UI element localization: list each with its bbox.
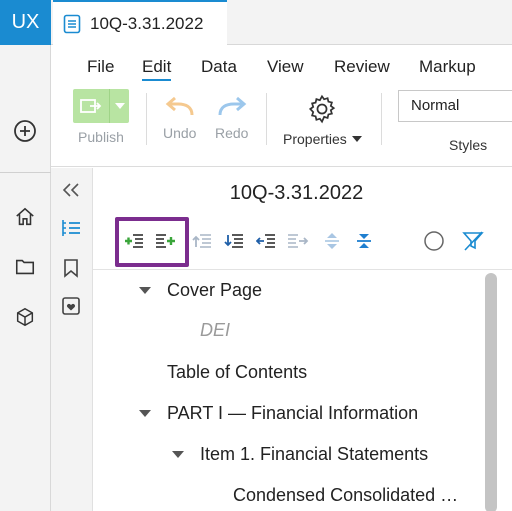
publish-dropdown-icon[interactable] bbox=[109, 89, 129, 123]
outdent-icon[interactable] bbox=[255, 230, 277, 252]
ribbon-toolbar: Publish Undo Redo Properties Normal Styl… bbox=[51, 83, 512, 167]
outline-list-icon[interactable] bbox=[59, 216, 83, 240]
chevron-down-icon bbox=[351, 136, 362, 142]
menu-review[interactable]: Review bbox=[334, 57, 390, 77]
undo-button[interactable]: Undo bbox=[163, 95, 196, 141]
ribbon-divider bbox=[146, 93, 147, 145]
document-icon bbox=[63, 14, 81, 33]
menu-edit[interactable]: Edit bbox=[142, 57, 172, 81]
folder-icon[interactable] bbox=[12, 254, 38, 280]
undo-label: Undo bbox=[163, 125, 197, 141]
ribbon-divider bbox=[266, 93, 267, 145]
publish-label: Publish bbox=[78, 129, 124, 145]
app-window: UX 10Q-3.31.2022 File Edit Data View Rev… bbox=[0, 0, 512, 511]
tree-item-label: Table of Contents bbox=[167, 362, 308, 382]
tree-item-label: DEI bbox=[200, 320, 231, 340]
tab-title: 10Q-3.31.2022 bbox=[90, 13, 204, 33]
menu-markup[interactable]: Markup bbox=[419, 57, 476, 77]
circle-icon[interactable] bbox=[423, 230, 445, 252]
tree-item[interactable]: PART I — Financial Information bbox=[139, 403, 418, 424]
redo-label: Redo bbox=[215, 125, 249, 141]
properties-button[interactable]: Properties bbox=[283, 93, 362, 147]
menu-bar: File Edit Data View Review Markup bbox=[51, 45, 512, 83]
plus-circle-icon[interactable] bbox=[12, 118, 38, 144]
properties-label: Properties bbox=[283, 131, 347, 147]
outline-panel: 10Q-3.31.2022 Cover Page DEI Table of Co… bbox=[93, 168, 512, 511]
expand-caret-icon[interactable] bbox=[139, 287, 151, 294]
tab-strip: 10Q-3.31.2022 bbox=[51, 0, 512, 45]
redo-button[interactable]: Redo bbox=[215, 95, 248, 141]
sidebar-divider bbox=[0, 172, 51, 173]
tree-item-label: Cover Page bbox=[167, 280, 263, 300]
outline-title: 10Q-3.31.2022 bbox=[229, 182, 364, 204]
undo-icon bbox=[165, 96, 194, 116]
move-down-icon[interactable] bbox=[223, 230, 245, 252]
style-select[interactable]: Normal bbox=[398, 90, 512, 122]
expand-caret-icon[interactable] bbox=[172, 451, 184, 458]
redo-icon bbox=[218, 96, 247, 116]
app-logo[interactable]: UX bbox=[0, 0, 51, 45]
styles-label: Styles bbox=[449, 137, 488, 153]
gear-icon bbox=[309, 94, 336, 124]
move-up-icon[interactable] bbox=[191, 230, 213, 252]
ribbon-divider bbox=[381, 93, 382, 145]
double-chevron-left-icon[interactable] bbox=[59, 178, 83, 202]
expand-all-icon[interactable] bbox=[321, 230, 343, 252]
app-sidebar: UX bbox=[0, 0, 51, 511]
panel-icon-column bbox=[51, 168, 93, 511]
tree-item[interactable]: Cover Page bbox=[139, 280, 262, 301]
menu-file[interactable]: File bbox=[87, 57, 114, 77]
menu-view[interactable]: View bbox=[267, 57, 304, 77]
toolbar-divider bbox=[93, 269, 512, 270]
document-tab[interactable]: 10Q-3.31.2022 bbox=[53, 0, 227, 45]
tree-item[interactable]: Item 1. Financial Statements bbox=[172, 444, 428, 465]
indent-icon[interactable] bbox=[287, 230, 309, 252]
scrollbar[interactable] bbox=[485, 273, 497, 511]
tree-item-label: Item 1. Financial Statements bbox=[200, 444, 429, 464]
filter-off-icon[interactable] bbox=[462, 230, 484, 252]
cube-icon[interactable] bbox=[12, 304, 38, 330]
highlight-box bbox=[115, 217, 189, 267]
tree-item[interactable]: Condensed Consolidated … bbox=[233, 485, 458, 506]
favorite-icon[interactable] bbox=[59, 294, 83, 318]
tree-item-label: Condensed Consolidated … bbox=[233, 485, 459, 505]
home-icon[interactable] bbox=[12, 204, 38, 230]
publish-icon bbox=[73, 89, 109, 123]
tree-item[interactable]: DEI bbox=[200, 320, 230, 341]
expand-caret-icon[interactable] bbox=[139, 410, 151, 417]
menu-data[interactable]: Data bbox=[201, 57, 237, 77]
publish-button[interactable]: Publish bbox=[73, 89, 129, 145]
bookmark-icon[interactable] bbox=[59, 256, 83, 280]
collapse-all-icon[interactable] bbox=[353, 230, 375, 252]
tree-item[interactable]: Table of Contents bbox=[167, 362, 307, 383]
tree-item-label: PART I — Financial Information bbox=[167, 403, 419, 423]
